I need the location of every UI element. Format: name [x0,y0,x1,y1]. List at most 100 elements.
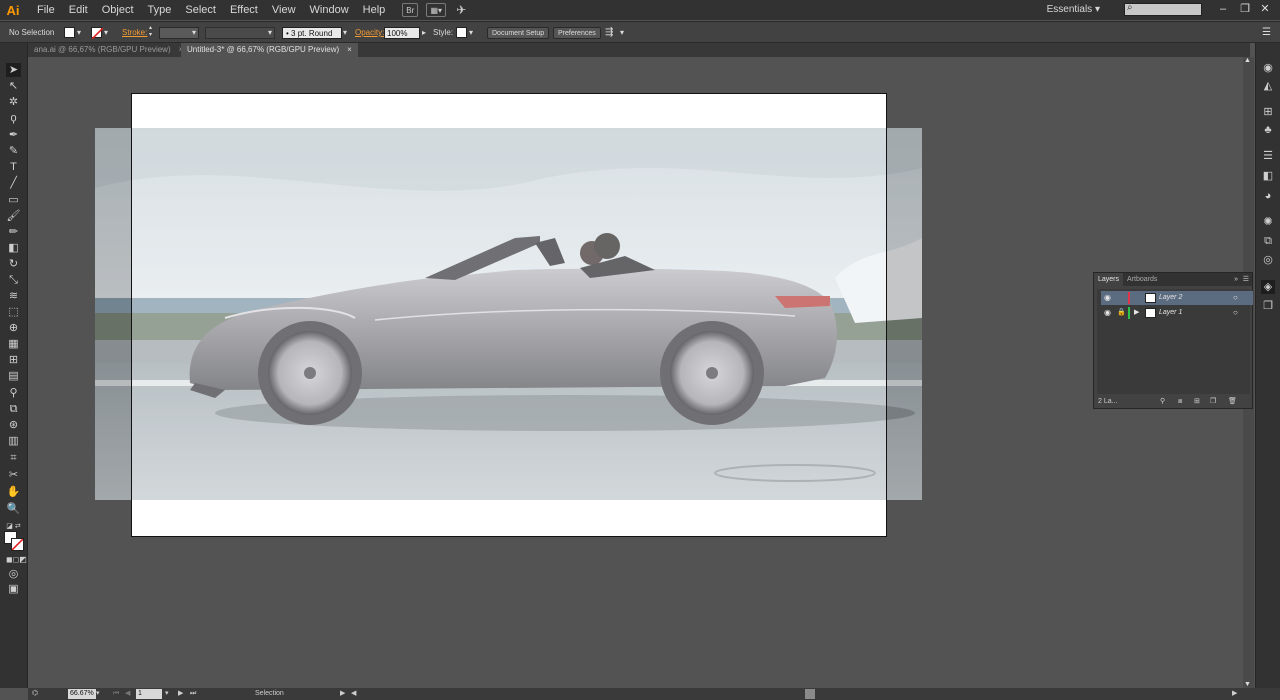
variable-width-profile[interactable] [205,27,275,39]
gpu-performance-icon[interactable]: ✈ [456,3,466,17]
collapse-panel-icon[interactable]: » [1234,273,1238,286]
menu-select[interactable]: Select [178,0,223,20]
target-icon[interactable]: ○ [1233,291,1238,305]
expand-triangle-icon[interactable]: ▶ [1134,306,1139,320]
eraser-tool-icon[interactable]: ◧ [6,241,21,255]
perspective-grid-tool-icon[interactable]: ▦ [6,337,21,351]
target-icon[interactable]: ○ [1233,306,1238,320]
links-icon[interactable]: ⧉ [1261,234,1275,248]
gradient-tool-icon[interactable]: ▤ [6,369,21,383]
layer-row-layer-1[interactable]: ◉ 🔒 ▶ Layer 1 ○ [1101,306,1253,320]
horizontal-scroll-thumb[interactable] [805,689,815,699]
drawing-mode-icon[interactable]: ◎ [6,567,21,581]
layer-name[interactable]: Layer 1 [1159,306,1182,320]
fill-swatch[interactable] [64,27,75,38]
menu-type[interactable]: Type [141,0,179,20]
profile-dropdown[interactable]: ▾ [268,25,272,40]
fill-dropdown[interactable]: ▾ [77,25,81,40]
opacity-arrow[interactable]: ▸ [422,25,426,40]
stroke-label[interactable]: Stroke: [122,25,147,40]
color-mode-icons[interactable]: ◼◻◩ [6,553,27,567]
brush-dropdown[interactable]: ▾ [343,25,347,40]
scroll-right-arrow[interactable]: ▶ [1232,688,1237,700]
color-guide-icon[interactable]: ✺ [1261,215,1275,229]
style-swatch[interactable] [456,27,467,38]
search-input[interactable]: ⌕ [1124,2,1202,16]
transform-icon[interactable]: ⊞ [1261,105,1275,119]
stroke-panel-icon[interactable]: ☰ [1261,149,1275,163]
artboard-number-field[interactable]: 1 [136,689,162,699]
symbol-sprayer-tool-icon[interactable]: ⊛ [6,418,21,432]
graphic-styles-icon[interactable]: ◭ [1261,79,1275,93]
tab-layers[interactable]: Layers [1094,273,1124,286]
direct-selection-tool-icon[interactable]: ↖ [6,79,21,93]
control-options-dropdown[interactable]: ▾ [620,25,624,40]
screen-mode-icon[interactable]: ▣ [6,582,21,596]
arrange-icon[interactable]: ⇶ [605,25,613,40]
delete-layer-icon[interactable]: 🗑 [1228,396,1237,408]
preferences-button[interactable]: Preferences [553,27,601,39]
status-menu-arrow[interactable]: ▶ [340,688,345,700]
stroke-weight-stepper[interactable]: ▴ ▾ [149,25,157,40]
new-sublayer-icon[interactable]: ⊞ [1194,396,1200,408]
previous-artboard-icon[interactable]: ◀ [125,688,130,700]
warp-tool-icon[interactable]: ≋ [6,289,21,303]
minimize-button[interactable]: – [1216,2,1230,16]
opacity-field[interactable]: 100% [384,27,420,39]
stroke-dropdown[interactable]: ▾ [104,25,108,40]
locate-object-icon[interactable]: ⚲ [1160,396,1165,408]
artboard-dropdown[interactable]: ▾ [165,688,169,700]
scroll-up-arrow[interactable]: ▲ [1244,57,1251,64]
visibility-eye-icon[interactable]: ◉ [1104,291,1111,305]
last-artboard-icon[interactable]: ⏭ [190,688,196,700]
lasso-tool-icon[interactable]: ϙ [6,111,21,125]
menu-view[interactable]: View [265,0,303,20]
blend-tool-icon[interactable]: ⧉ [6,402,21,416]
zoom-dropdown[interactable]: ▾ [96,688,100,700]
bridge-icon[interactable]: Br [402,3,419,17]
symbols-icon[interactable]: ♣ [1261,123,1275,137]
rotate-tool-icon[interactable]: ↻ [6,257,21,271]
layer-name[interactable]: Layer 2 [1159,291,1182,305]
transparency-icon[interactable]: ◕ [1261,189,1275,203]
hand-tool-icon[interactable]: ✋ [6,485,21,499]
zoom-field[interactable]: 66.67% [68,689,96,699]
menu-edit[interactable]: Edit [62,0,95,20]
shape-builder-tool-icon[interactable]: ⊕ [6,321,21,335]
image-trace-icon[interactable]: ◎ [1261,253,1275,267]
slice-tool-icon[interactable]: ✂ [6,468,21,482]
first-artboard-icon[interactable]: ⏮ [113,688,119,700]
stroke-color-swatch[interactable] [11,538,24,551]
curvature-tool-icon[interactable]: ✎ [6,144,21,158]
menu-effect[interactable]: Effect [223,0,265,20]
layers-icon[interactable]: ◈ [1261,280,1275,294]
tab-untitled-3[interactable]: Untitled-3* @ 66,67% (RGB/GPU Preview) × [181,43,358,57]
panel-menu-icon[interactable]: ☰ [1262,25,1271,40]
column-graph-tool-icon[interactable]: ▥ [6,434,21,448]
scroll-down-arrow[interactable]: ▼ [1244,681,1251,688]
pencil-tool-icon[interactable]: ✏ [6,225,21,239]
next-artboard-icon[interactable]: ▶ [178,688,183,700]
magic-wand-tool-icon[interactable]: ✲ [6,95,21,109]
document-setup-button[interactable]: Document Setup [487,27,550,39]
menu-file[interactable]: File [30,0,62,20]
panel-menu-icon[interactable]: ☰ [1243,273,1249,286]
tab-artboards[interactable]: Artboards [1123,273,1161,286]
type-tool-icon[interactable]: T [6,160,21,174]
new-layer-icon[interactable]: ❐ [1210,396,1216,408]
eyedropper-tool-icon[interactable]: ⚲ [6,386,21,400]
layer-row-layer-2[interactable]: ◉ Layer 2 ○ [1101,291,1253,305]
style-dropdown[interactable]: ▾ [469,25,473,40]
line-tool-icon[interactable]: ╱ [6,176,21,190]
gradient-panel-icon[interactable]: ◧ [1261,169,1275,183]
close-tab-icon[interactable]: × [347,45,352,54]
menu-window[interactable]: Window [303,0,356,20]
make-clipping-mask-icon[interactable]: ⧈ [1178,396,1182,408]
opacity-label[interactable]: Opacity: [355,25,384,40]
pen-tool-icon[interactable]: ✒ [6,128,21,142]
mesh-tool-icon[interactable]: ⊞ [6,353,21,367]
arrange-documents-icon[interactable]: ▦▾ [426,3,447,17]
stroke-weight-dropdown[interactable]: ▾ [192,25,196,40]
visibility-eye-icon[interactable]: ◉ [1104,306,1111,320]
brush-definition[interactable]: • 3 pt. Round [282,27,342,39]
